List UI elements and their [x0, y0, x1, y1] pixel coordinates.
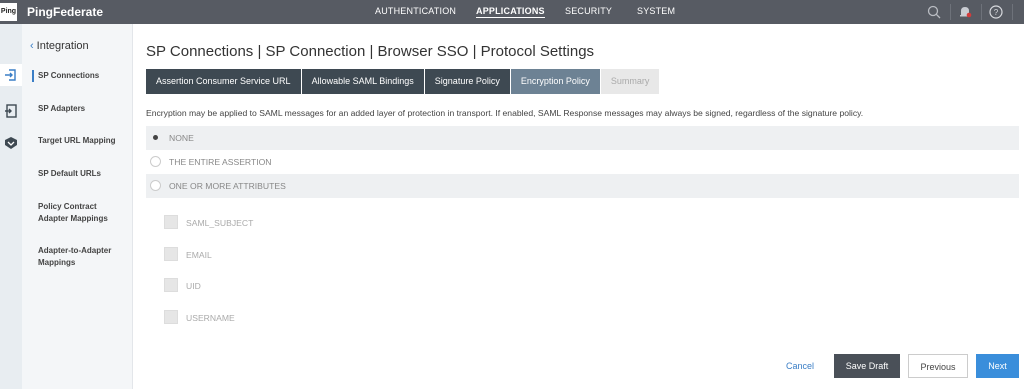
ping-logo[interactable]: Ping: [0, 3, 17, 21]
page-title: SP Connections | SP Connection | Browser…: [146, 43, 595, 60]
divider: [981, 4, 982, 20]
option-attributes[interactable]: ONE OR MORE ATTRIBUTES: [146, 174, 1019, 198]
description: Encryption may be applied to SAML messag…: [146, 108, 864, 118]
nav-security[interactable]: SECURITY: [565, 6, 612, 16]
next-button[interactable]: Next: [976, 354, 1019, 378]
sidebar-item-sp-connections[interactable]: SP Connections: [32, 70, 122, 82]
nav-system[interactable]: SYSTEM: [637, 6, 675, 16]
svg-text:?: ?: [994, 8, 999, 17]
top-bar: Ping PingFederate AUTHENTICATION APPLICA…: [0, 0, 1024, 24]
nav-applications[interactable]: APPLICATIONS: [476, 6, 545, 18]
divider: [950, 4, 951, 20]
sidebar-item-target-url-mapping[interactable]: Target URL Mapping: [38, 135, 128, 147]
attribute-label: UID: [186, 281, 201, 291]
option-label: NONE: [169, 133, 194, 143]
save-draft-button[interactable]: Save Draft: [834, 354, 900, 378]
attribute-label: USERNAME: [186, 313, 235, 323]
sidebar-item-sp-adapters[interactable]: SP Adapters: [38, 103, 128, 115]
bell-icon[interactable]: [957, 4, 973, 20]
attribute-label: SAML_SUBJECT: [186, 218, 254, 228]
cancel-button[interactable]: Cancel: [780, 354, 820, 378]
help-icon[interactable]: ?: [988, 4, 1004, 20]
tab-allowable-saml-bindings[interactable]: Allowable SAML Bindings: [301, 69, 424, 94]
connection-icon[interactable]: [0, 64, 22, 86]
sidebar: ‹ Integration SP Connections SP Adapters …: [22, 24, 133, 389]
nav-authentication[interactable]: AUTHENTICATION: [375, 6, 456, 16]
sidebar-item-adapter-to-adapter-mappings[interactable]: Adapter-to-Adapter Mappings: [38, 245, 128, 269]
search-icon[interactable]: [926, 4, 942, 20]
back-link[interactable]: ‹ Integration: [30, 40, 89, 52]
icon-rail: [0, 24, 22, 389]
radio-none[interactable]: [150, 132, 161, 143]
option-none[interactable]: NONE: [146, 126, 1019, 150]
tab-signature-policy[interactable]: Signature Policy: [424, 69, 510, 94]
radio-attributes[interactable]: [150, 180, 161, 191]
app-name: PingFederate: [27, 5, 104, 19]
chevron-left-icon: ‹: [30, 40, 34, 52]
option-entire-assertion[interactable]: THE ENTIRE ASSERTION: [146, 150, 1019, 174]
tab-summary: Summary: [600, 69, 660, 94]
checkbox-email: [164, 247, 178, 261]
adapter-icon[interactable]: [0, 100, 22, 122]
divider: [1012, 4, 1013, 20]
mapping-icon[interactable]: [0, 132, 22, 154]
checkbox-saml-subject: [164, 215, 178, 229]
attribute-label: EMAIL: [186, 250, 212, 260]
checkbox-username: [164, 310, 178, 324]
option-label: THE ENTIRE ASSERTION: [169, 157, 272, 167]
back-label: Integration: [36, 40, 89, 52]
wizard-tabs: Assertion Consumer Service URL Allowable…: [146, 69, 660, 94]
sidebar-item-sp-default-urls[interactable]: SP Default URLs: [38, 168, 128, 180]
checkbox-uid: [164, 278, 178, 292]
radio-entire-assertion[interactable]: [150, 156, 161, 167]
sidebar-item-policy-contract-adapter-mappings[interactable]: Policy Contract Adapter Mappings: [38, 201, 128, 225]
previous-button[interactable]: Previous: [908, 354, 968, 378]
option-label: ONE OR MORE ATTRIBUTES: [169, 181, 286, 191]
tab-encryption-policy[interactable]: Encryption Policy: [510, 69, 600, 94]
tab-assertion-consumer-service-url[interactable]: Assertion Consumer Service URL: [146, 69, 301, 94]
